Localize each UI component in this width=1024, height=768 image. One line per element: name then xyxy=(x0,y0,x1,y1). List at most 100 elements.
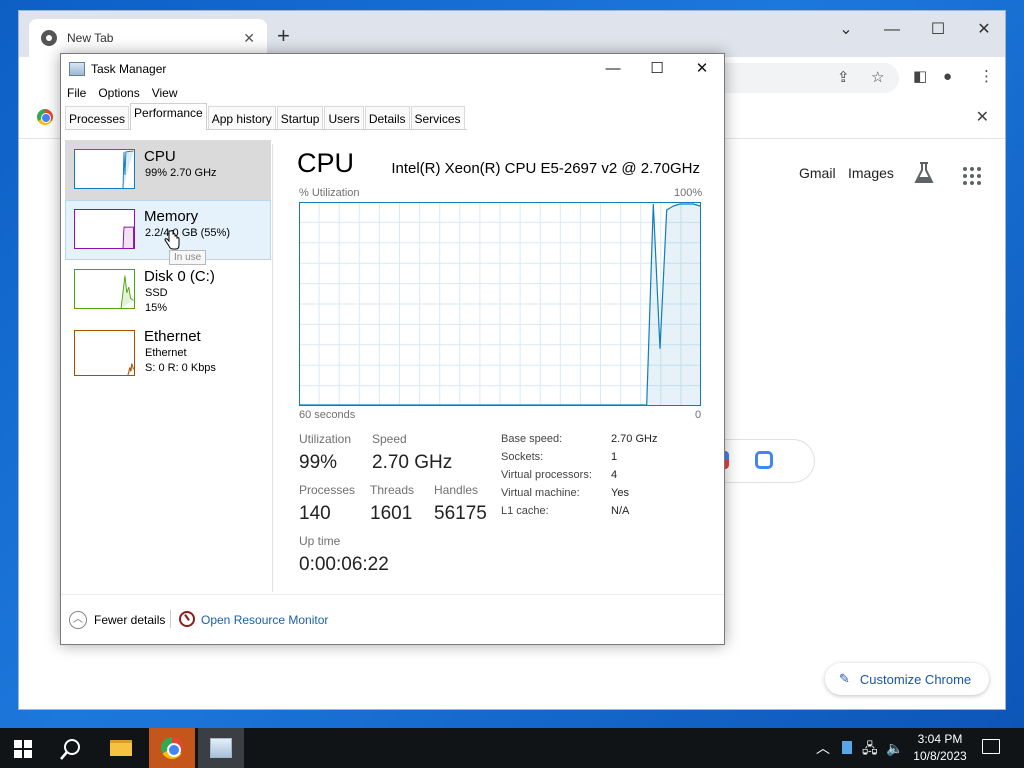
tab-startup[interactable]: Startup xyxy=(276,106,324,129)
address-bar[interactable]: ⇪ ☆ xyxy=(719,63,899,93)
info-label-sockets: Sockets: xyxy=(501,451,544,463)
maximize-icon[interactable]: ☐ xyxy=(635,56,679,82)
open-resource-monitor-link[interactable]: Open Resource Monitor xyxy=(201,613,328,627)
volume-muted-icon[interactable]: 🔈 xyxy=(886,728,903,768)
footer-separator xyxy=(170,610,171,628)
minimize-icon[interactable]: — xyxy=(591,56,635,82)
ethernet-thumbnail-graph xyxy=(74,330,135,376)
title-bar[interactable]: Task Manager — ☐ ✕ xyxy=(61,54,724,84)
tab-users[interactable]: Users xyxy=(324,106,364,129)
customize-label: Customize Chrome xyxy=(859,671,972,687)
taskbar: ︿ 🖧 🔈 3:04 PM 10/8/2023 xyxy=(0,728,1024,768)
handles-label: Handles xyxy=(434,483,479,497)
pane-divider[interactable] xyxy=(272,144,273,592)
task-manager-app-icon xyxy=(69,62,85,76)
footer-divider xyxy=(61,594,724,595)
chrome-tab-new-tab[interactable]: New Tab ✕ xyxy=(29,19,267,57)
images-link[interactable]: Images xyxy=(848,165,894,181)
tab-app-history[interactable]: App history xyxy=(207,106,276,129)
task-manager-icon xyxy=(210,738,232,758)
x-axis-right-label: 0 xyxy=(695,409,702,421)
memory-thumbnail-graph xyxy=(74,209,135,249)
chevron-up-icon[interactable]: ︿ xyxy=(69,611,87,629)
chrome-tab-bar: New Tab ✕ + ⌄ — ☐ ✕ xyxy=(19,11,1005,57)
x-axis-left-label: 60 seconds xyxy=(299,409,356,421)
menu-file[interactable]: File xyxy=(67,84,86,104)
info-label-virtual-processors: Virtual processors: xyxy=(501,469,592,481)
info-label-l1-cache: L1 cache: xyxy=(501,505,549,517)
network-icon[interactable]: 🖧 xyxy=(862,728,878,768)
info-label-virtual-machine: Virtual machine: xyxy=(501,487,580,499)
more-menu-icon[interactable]: ⋮ xyxy=(979,67,994,87)
tab-details[interactable]: Details xyxy=(364,106,410,129)
new-tab-button[interactable]: + xyxy=(277,25,290,47)
tab-title: New Tab xyxy=(67,31,114,45)
menu-bar: File Options View xyxy=(61,84,190,104)
cpu-utilization-graph xyxy=(299,202,701,406)
minimize-icon[interactable]: — xyxy=(869,17,915,43)
tab-search-chevron-icon[interactable]: ⌄ xyxy=(823,17,869,43)
utilization-label: Utilization xyxy=(299,432,352,446)
cpu-thumbnail-graph xyxy=(74,149,135,189)
system-clock[interactable]: 3:04 PM 10/8/2023 xyxy=(902,731,978,765)
taskbar-task-manager[interactable] xyxy=(198,728,244,768)
close-icon[interactable]: ✕ xyxy=(680,56,724,82)
tab-strip: Processes Performance App history Startu… xyxy=(65,103,467,130)
tab-processes[interactable]: Processes xyxy=(65,106,130,129)
resource-name: Ethernet xyxy=(144,328,201,345)
resource-name: CPU xyxy=(144,148,176,165)
y-axis-label: % Utilization xyxy=(299,187,360,199)
customize-chrome-button[interactable]: ✎ Customize Chrome xyxy=(825,663,989,695)
resource-detail-2: S: 0 R: 0 Kbps xyxy=(145,362,216,374)
gmail-link[interactable]: Gmail xyxy=(799,165,836,181)
threads-label: Threads xyxy=(370,483,415,497)
google-lens-icon[interactable] xyxy=(755,451,773,469)
share-icon[interactable]: ⇪ xyxy=(837,68,850,88)
info-value-base-speed: 2.70 GHz xyxy=(611,433,658,445)
chrome-favicon-icon xyxy=(41,30,57,46)
close-window-icon[interactable]: ✕ xyxy=(961,17,1007,43)
taskbar-chrome[interactable] xyxy=(149,728,195,768)
resource-item-ethernet[interactable]: Ethernet Ethernet S: 0 R: 0 Kbps xyxy=(65,326,271,386)
profile-avatar-icon[interactable]: ● xyxy=(943,67,952,87)
labs-flask-icon[interactable] xyxy=(913,161,935,185)
maximize-icon[interactable]: ☐ xyxy=(915,17,961,43)
detail-title: CPU xyxy=(297,148,355,178)
bookmark-star-icon[interactable]: ☆ xyxy=(871,68,884,88)
resource-monitor-icon[interactable] xyxy=(179,611,195,627)
info-value-virtual-machine: Yes xyxy=(611,487,629,499)
search-icon[interactable] xyxy=(60,738,82,760)
notification-icon[interactable] xyxy=(982,739,1000,754)
resource-detail-2: 15% xyxy=(145,302,168,314)
task-manager-window[interactable]: Task Manager — ☐ ✕ File Options View Pro… xyxy=(60,53,725,645)
tab-services[interactable]: Services xyxy=(410,106,465,129)
tray-chevron-up-icon[interactable]: ︿ xyxy=(816,728,830,768)
y-max-label: 100% xyxy=(674,187,703,199)
resource-detail: 99% 2.70 GHz xyxy=(145,167,217,179)
info-value-sockets: 1 xyxy=(611,451,618,463)
menu-options[interactable]: Options xyxy=(98,84,139,104)
menu-view[interactable]: View xyxy=(152,84,178,104)
uptime-value: 0:00:06:22 xyxy=(299,554,389,575)
start-windows-icon[interactable] xyxy=(14,740,32,758)
chrome-logo-icon xyxy=(37,109,53,125)
side-panel-icon[interactable]: ◧ xyxy=(913,67,927,87)
folder-icon xyxy=(110,740,132,756)
speed-value: 2.70 GHz xyxy=(372,452,453,473)
resource-list: CPU 99% 2.70 GHz Memory 2.2/4.0 GB (55%)… xyxy=(65,140,271,386)
google-apps-icon[interactable] xyxy=(963,167,981,185)
chrome-icon xyxy=(161,737,183,759)
resource-detail: SSD xyxy=(145,287,168,299)
tab-close-icon[interactable]: ✕ xyxy=(243,30,255,47)
resource-item-cpu[interactable]: CPU 99% 2.70 GHz xyxy=(65,140,271,200)
processes-value: 140 xyxy=(299,503,331,524)
tab-performance[interactable]: Performance xyxy=(130,103,207,130)
bar-close-icon[interactable]: ✕ xyxy=(976,107,989,127)
resource-item-disk[interactable]: Disk 0 (C:) SSD 15% xyxy=(65,260,271,320)
info-label-base-speed: Base speed: xyxy=(501,433,563,445)
tooltip: In use xyxy=(169,250,207,265)
clock-time: 3:04 PM xyxy=(917,732,963,746)
fewer-details-button[interactable]: Fewer details xyxy=(94,613,165,627)
taskbar-file-explorer[interactable] xyxy=(98,728,144,768)
tray-app-icon[interactable] xyxy=(842,741,852,754)
